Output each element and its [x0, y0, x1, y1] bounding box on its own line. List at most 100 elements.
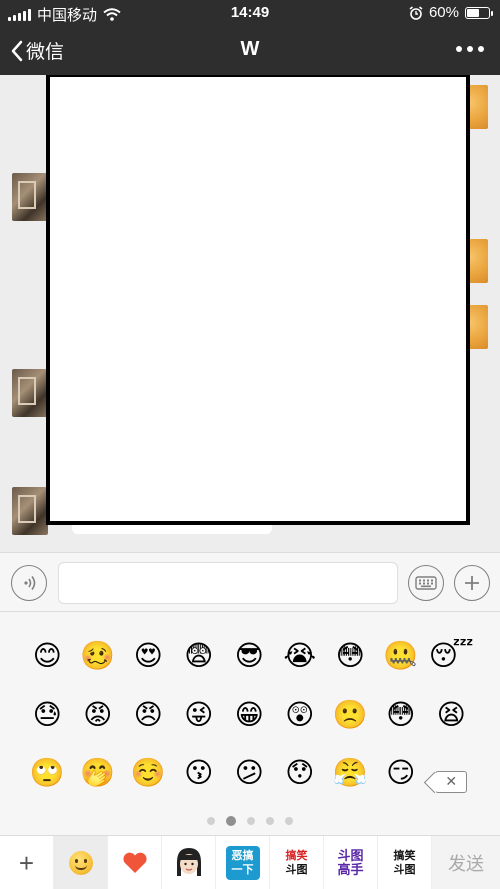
emoji-key[interactable]: 😴: [426, 636, 477, 695]
contact-avatar[interactable]: [12, 369, 48, 417]
chat-title: W: [240, 38, 260, 60]
emoji-glyph: ☺️: [130, 756, 166, 789]
backspace-icon: ✕: [435, 771, 468, 794]
favorites-tab[interactable]: [108, 836, 162, 889]
emoji-key[interactable]: 😍: [123, 636, 174, 695]
nav-bar: 微信 W: [0, 26, 500, 75]
emoji-glyph: 🤭: [80, 756, 116, 789]
emoji-key[interactable]: 😎: [224, 636, 275, 695]
emoji-panel: 😊 🥴 😍 😨 😎 😭 😳 🤐 😴 😓 😡 😠 😜 😁 😲 🙁 😳 😫 🙄 🤭 ☺️ 😗 😕 😯 😤 😏 ✕: [0, 612, 500, 835]
page-dot[interactable]: [266, 817, 274, 825]
emoji-glyph: 🙁: [332, 697, 368, 731]
emoji-key[interactable]: 😳: [325, 636, 376, 695]
emoji-key[interactable]: ☺️: [123, 753, 174, 812]
emoji-key[interactable]: 😯: [275, 753, 326, 812]
battery-fill: [467, 8, 479, 17]
contact-avatar[interactable]: [12, 173, 48, 221]
emoji-key[interactable]: 😳: [376, 695, 427, 754]
battery-icon: [465, 6, 493, 19]
page-dot[interactable]: [285, 817, 293, 825]
page-dot[interactable]: [207, 817, 215, 825]
sticker-pack-2[interactable]: 搞笑 斗图: [270, 836, 324, 889]
input-toolbar: [0, 552, 500, 612]
emoji-key[interactable]: 🤭: [73, 753, 124, 812]
emoji-key[interactable]: 😲: [275, 695, 326, 754]
emoji-key[interactable]: 😁: [224, 695, 275, 754]
emoji-glyph: 😠: [133, 697, 163, 731]
emoji-glyph: 🥴: [80, 639, 116, 672]
emoji-key[interactable]: 🙄: [22, 753, 73, 812]
emoji-key[interactable]: 😜: [174, 695, 225, 754]
sticker-pack-4-icon: 搞笑 斗图: [393, 850, 416, 876]
backspace-button[interactable]: ✕: [426, 753, 477, 812]
emoji-grid: 😊 🥴 😍 😨 😎 😭 😳 🤐 😴 😓 😡 😠 😜 😁 😲 🙁 😳 😫 🙄 🤭 ☺️ 😗 😕 😯 😤 😏 ✕: [22, 636, 477, 812]
emoji-glyph: 😏: [386, 756, 416, 789]
keyboard-icon: [415, 576, 437, 590]
battery-percent: 60%: [428, 4, 459, 21]
emoji-glyph: 🤐: [383, 639, 419, 672]
plus-button[interactable]: [454, 565, 490, 601]
emoji-key[interactable]: 😕: [224, 753, 275, 812]
sticker-girl-tab[interactable]: [162, 836, 216, 889]
emoji-glyph: 😨: [184, 639, 214, 672]
sticker-pack-3-icon: 斗图 高手: [337, 848, 364, 877]
voice-button[interactable]: [11, 565, 47, 601]
chat-message-area[interactable]: [0, 75, 500, 552]
plus-icon: [465, 576, 479, 590]
emoji-glyph: 😁: [234, 697, 264, 731]
emoji-glyph: 😎: [234, 639, 264, 672]
chevron-left-icon: [11, 40, 23, 61]
voice-icon: [24, 576, 36, 590]
emoji-key[interactable]: 😭: [275, 636, 326, 695]
emoji-glyph: 😍: [133, 639, 163, 672]
emoji-key[interactable]: 😡: [73, 695, 124, 754]
add-sticker-tab[interactable]: +: [0, 836, 54, 889]
sticker-pack-2-icon: 搞笑 斗图: [285, 850, 308, 876]
emoji-key[interactable]: 🙁: [325, 695, 376, 754]
back-label: 微信: [26, 42, 65, 63]
emoji-glyph: 😯: [285, 756, 315, 789]
girl-sticker-icon: [176, 848, 201, 876]
emoji-glyph: 😤: [332, 756, 368, 789]
emoji-glyph: 😕: [234, 756, 264, 789]
emoji-key[interactable]: 😤: [325, 753, 376, 812]
emoji-glyph: 😭: [283, 639, 317, 672]
emoji-key[interactable]: 🤐: [376, 636, 427, 695]
emoji-glyph: 😴: [428, 639, 474, 672]
contact-avatar[interactable]: [12, 487, 48, 535]
emoji-tab[interactable]: [54, 836, 108, 889]
emoji-key[interactable]: 😫: [426, 695, 477, 754]
page-dot[interactable]: [247, 817, 255, 825]
emoji-page-indicator: [0, 816, 500, 826]
heart-icon: [122, 852, 147, 873]
sticker-pack-1-icon: 恶搞 一下: [225, 846, 260, 880]
status-bar: 中国移动 14:49 60%: [0, 0, 500, 26]
emoji-glyph: 🙄: [29, 756, 65, 789]
back-button[interactable]: 微信: [10, 37, 64, 64]
emoji-glyph: 😡: [83, 697, 113, 731]
emoji-glyph: 😫: [436, 697, 466, 731]
emoji-key[interactable]: 😨: [174, 636, 225, 695]
emoji-key[interactable]: 😊: [22, 636, 73, 695]
sticker-pack-1[interactable]: 恶搞 一下: [216, 836, 270, 889]
sticker-tab-bar: + 恶搞 一下 搞笑 斗图 斗图 高手 搞笑 斗图 发送: [0, 835, 500, 889]
emoji-glyph: 😳: [335, 639, 365, 672]
send-button[interactable]: 发送: [432, 836, 500, 889]
message-input[interactable]: [58, 562, 398, 604]
emoji-key[interactable]: 🥴: [73, 636, 124, 695]
status-right: 60%: [409, 4, 493, 21]
sticker-pack-3[interactable]: 斗图 高手: [324, 836, 378, 889]
emoji-glyph: 😜: [184, 697, 214, 731]
wechat-chat-screen: { "status_bar": { "carrier": "中国移动", "ti…: [0, 0, 500, 889]
more-dots-icon[interactable]: [456, 46, 484, 52]
emoji-key[interactable]: 😓: [22, 695, 73, 754]
smiley-icon: [68, 851, 93, 875]
emoji-key[interactable]: 😏: [376, 753, 427, 812]
page-dot[interactable]: [226, 816, 236, 826]
keyboard-button[interactable]: [408, 565, 444, 601]
emoji-key[interactable]: 😠: [123, 695, 174, 754]
emoji-glyph: 😲: [285, 697, 315, 731]
message-bubble[interactable]: [72, 524, 272, 534]
sticker-pack-4[interactable]: 搞笑 斗图: [378, 836, 432, 889]
emoji-key[interactable]: 😗: [174, 753, 225, 812]
